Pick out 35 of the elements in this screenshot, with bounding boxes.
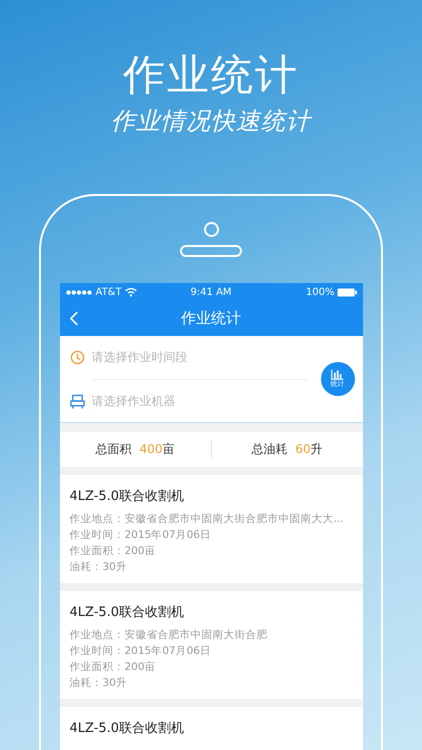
record-detail: 作业地点：安徽省合肥市中固南大街合肥市中固南大大...	[70, 512, 345, 527]
battery-level: 100%	[306, 286, 334, 298]
phone-camera-icon	[204, 222, 218, 237]
summary-value: 400亩	[140, 441, 174, 458]
summary-value: 60升	[295, 441, 323, 458]
record-card[interactable]: 4LZ-5.0联合收割机 作业地点：安徽省合肥市中固南大街合肥 作业时间：2015年07月06日 作业面积：200亩 油耗：30升	[60, 591, 362, 699]
back-icon	[70, 311, 78, 326]
record-title: 4LZ-5.0联合收割机	[70, 604, 186, 621]
promo-subtitle: 作业情况快速统计	[111, 106, 311, 136]
record-card[interactable]: 4LZ-5.0联合收割机	[60, 707, 362, 750]
clock-icon	[70, 350, 84, 364]
speaker-slot-icon	[180, 245, 242, 257]
record-detail: 作业面积：200亩	[70, 660, 157, 675]
record-detail: 作业地点：安徽省合肥市中固南大街合肥	[70, 628, 268, 643]
record-detail: 作业时间：2015年07月06日	[70, 644, 212, 659]
seat-icon	[70, 394, 84, 408]
record-detail: 作业面积：200亩	[70, 544, 157, 559]
machine-field[interactable]: 请选择作业机器	[92, 394, 282, 408]
battery-icon	[337, 288, 358, 296]
status-time: 9:41 AM	[190, 286, 232, 298]
signal-icon	[64, 288, 92, 296]
wifi-icon	[124, 287, 137, 297]
record-card[interactable]: 4LZ-5.0联合收割机 作业地点：安徽省合肥市中固南大街合肥市中固南大大... 作业时间：2015年07月06日 作业面积：200亩 油耗：30升	[60, 475, 362, 583]
bar-chart-icon	[331, 369, 344, 380]
record-title: 4LZ-5.0联合收割机	[70, 720, 186, 737]
summary-label: 总油耗	[251, 441, 288, 458]
record-detail: 油耗：30升	[70, 676, 128, 691]
promo-title: 作业统计	[123, 50, 299, 100]
time-range-field[interactable]: 请选择作业时间段	[92, 350, 282, 364]
record-title: 4LZ-5.0联合收割机	[70, 488, 186, 505]
carrier-name: AT&T	[96, 286, 122, 298]
record-detail: 作业时间：2015年07月06日	[70, 528, 212, 543]
record-detail: 油耗：30升	[70, 560, 128, 575]
nav-title: 作业统计	[181, 309, 241, 328]
summary-label: 总面积	[96, 441, 132, 458]
